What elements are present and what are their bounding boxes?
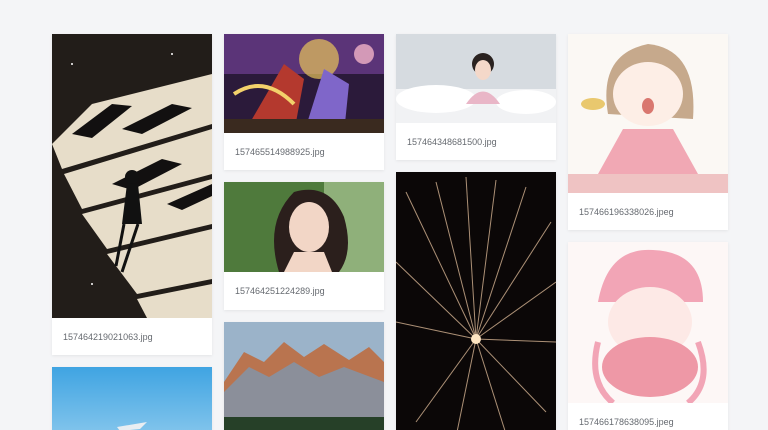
gallery-card[interactable]: 157464348681500.jpg: [396, 34, 556, 160]
gallery-card[interactable]: [224, 322, 384, 430]
gallery-card[interactable]: 157465514988925.jpg: [224, 34, 384, 170]
gallery-card[interactable]: [52, 367, 212, 430]
gallery-image-sketch-crying[interactable]: [568, 34, 728, 193]
image-filename: 157464251224289.jpg: [235, 286, 325, 296]
gallery-image-fireworks[interactable]: [396, 172, 556, 430]
image-filename: 157465514988925.jpg: [235, 147, 325, 157]
gallery-image-seaside[interactable]: [52, 367, 212, 430]
gallery-image-bed[interactable]: [396, 34, 556, 123]
gallery-image-portrait[interactable]: [224, 182, 384, 272]
image-filename: 157464348681500.jpg: [407, 137, 497, 147]
image-filename: 157466196338026.jpeg: [579, 207, 674, 217]
gallery-image-sketch-pink-hat[interactable]: [568, 242, 728, 403]
gallery-card[interactable]: 157464219021063.jpg: [52, 34, 212, 355]
gallery-card[interactable]: 157464251224289.jpg: [224, 182, 384, 310]
gallery-card[interactable]: [396, 172, 556, 430]
gallery-image-piano[interactable]: [52, 34, 212, 318]
gallery-card[interactable]: 157466196338026.jpeg: [568, 34, 728, 230]
gallery-image-anime[interactable]: [224, 34, 384, 133]
image-filename: 157464219021063.jpg: [63, 332, 153, 342]
gallery-card[interactable]: 157466178638095.jpeg: [568, 242, 728, 430]
gallery-image-mountains[interactable]: [224, 322, 384, 430]
image-filename: 157466178638095.jpeg: [579, 417, 674, 427]
